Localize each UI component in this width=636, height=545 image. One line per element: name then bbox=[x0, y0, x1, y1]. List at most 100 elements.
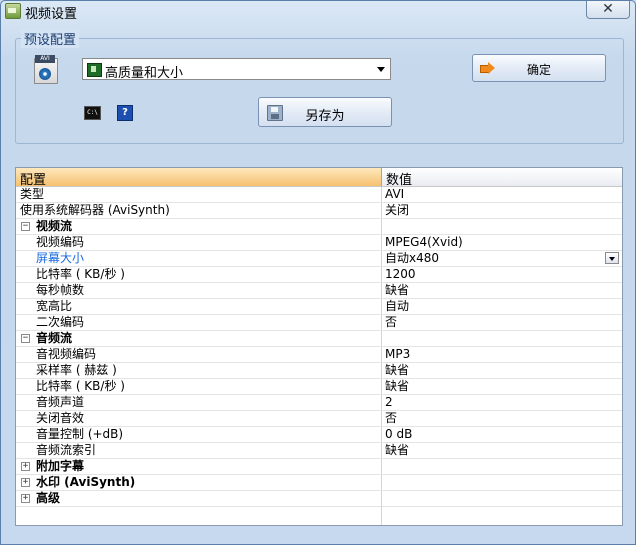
property-value-cell[interactable]: 缺省 bbox=[382, 363, 622, 378]
video-settings-window: 视频设置 ✕ 预设配置 AVI 高质量和大小 确定 C:\ ? 另存为 配置 数… bbox=[0, 0, 636, 545]
property-name-cell[interactable]: + 高级 bbox=[16, 491, 382, 506]
property-value: 缺省 bbox=[385, 443, 410, 457]
property-value-cell[interactable]: 2 bbox=[382, 395, 622, 410]
property-value-cell[interactable]: 1200 bbox=[382, 267, 622, 282]
grid-property-row[interactable]: 采样率 ( 赫兹 ) 缺省 bbox=[16, 363, 622, 379]
property-name: 类型 bbox=[20, 187, 45, 201]
preset-dropdown[interactable]: 高质量和大小 bbox=[82, 58, 391, 81]
property-name-cell[interactable]: − 视频流 bbox=[16, 219, 382, 234]
property-value-cell[interactable]: 0 dB bbox=[382, 427, 622, 442]
property-name-cell[interactable]: 采样率 ( 赫兹 ) bbox=[16, 363, 382, 378]
title-bar: 视频设置 ✕ bbox=[1, 1, 635, 22]
property-name: 音量控制 (+dB) bbox=[36, 427, 124, 441]
grid-category-row[interactable]: + 高级 bbox=[16, 491, 622, 507]
property-name: 附加字幕 bbox=[36, 459, 85, 473]
property-value-cell[interactable] bbox=[382, 491, 622, 506]
property-name-cell[interactable]: 音频声道 bbox=[16, 395, 382, 410]
grid-category-row[interactable]: + 水印 (AviSynth) bbox=[16, 475, 622, 491]
property-name-cell[interactable]: 音频流索引 bbox=[16, 443, 382, 458]
avi-file-icon: AVI bbox=[34, 55, 58, 84]
preset-selected-value: 高质量和大小 bbox=[105, 66, 184, 81]
property-name: 比特率 ( KB/秒 ) bbox=[36, 379, 125, 393]
property-name-cell[interactable]: 二次编码 bbox=[16, 315, 382, 330]
grid-property-row[interactable]: 比特率 ( KB/秒 ) 1200 bbox=[16, 267, 622, 283]
collapse-icon[interactable]: − bbox=[21, 334, 30, 343]
grid-property-row[interactable]: 音视频编码 MP3 bbox=[16, 347, 622, 363]
property-name-cell[interactable]: 宽高比 bbox=[16, 299, 382, 314]
help-icon[interactable]: ? bbox=[117, 105, 133, 121]
property-value-cell[interactable]: 缺省 bbox=[382, 443, 622, 458]
close-button[interactable]: ✕ bbox=[586, 1, 630, 19]
grid-property-row[interactable]: 宽高比 自动 bbox=[16, 299, 622, 315]
property-name: 高级 bbox=[36, 491, 61, 505]
grid-property-row[interactable]: 比特率 ( KB/秒 ) 缺省 bbox=[16, 379, 622, 395]
property-name-cell[interactable]: 音视频编码 bbox=[16, 347, 382, 362]
ok-button[interactable]: 确定 bbox=[472, 54, 606, 82]
property-value-cell[interactable]: 缺省 bbox=[382, 283, 622, 298]
property-value: 缺省 bbox=[385, 283, 410, 297]
property-name-cell[interactable]: 每秒帧数 bbox=[16, 283, 382, 298]
grid-property-row[interactable]: 关闭音效 否 bbox=[16, 411, 622, 427]
column-header-value[interactable]: 数值 bbox=[382, 168, 622, 188]
property-name-cell[interactable]: 使用系统解码器 (AviSynth) bbox=[16, 203, 382, 218]
grid-property-row[interactable]: 视频编码 MPEG4(Xvid) bbox=[16, 235, 622, 251]
property-name-cell[interactable]: 比特率 ( KB/秒 ) bbox=[16, 267, 382, 282]
grid-category-row[interactable]: − 音频流 bbox=[16, 331, 622, 347]
property-value: AVI bbox=[385, 187, 405, 201]
grid-category-row[interactable]: + 附加字幕 bbox=[16, 459, 622, 475]
grid-property-row[interactable]: 音量控制 (+dB) 0 dB bbox=[16, 427, 622, 443]
property-name-cell[interactable]: 音量控制 (+dB) bbox=[16, 427, 382, 442]
grid-property-row[interactable]: 音频声道 2 bbox=[16, 395, 622, 411]
property-value-cell[interactable] bbox=[382, 219, 622, 234]
app-icon bbox=[5, 3, 21, 19]
property-name-cell[interactable]: 比特率 ( KB/秒 ) bbox=[16, 379, 382, 394]
grid-category-row[interactable]: − 视频流 bbox=[16, 219, 622, 235]
grid-property-row[interactable]: 使用系统解码器 (AviSynth) 关闭 bbox=[16, 203, 622, 219]
property-name: 视频流 bbox=[36, 219, 73, 233]
property-name: 音视频编码 bbox=[36, 347, 97, 361]
property-name: 使用系统解码器 (AviSynth) bbox=[20, 203, 170, 217]
property-value-cell[interactable]: 缺省 bbox=[382, 379, 622, 394]
grid-property-row[interactable]: 每秒帧数 缺省 bbox=[16, 283, 622, 299]
value-dropdown-button[interactable] bbox=[605, 252, 619, 264]
property-name-cell[interactable]: + 水印 (AviSynth) bbox=[16, 475, 382, 490]
property-value-cell[interactable]: 自动x480 bbox=[382, 251, 622, 266]
collapse-icon[interactable]: − bbox=[21, 222, 30, 231]
property-value-cell[interactable]: 关闭 bbox=[382, 203, 622, 218]
property-value: 2 bbox=[385, 395, 393, 409]
property-name-cell[interactable]: + 附加字幕 bbox=[16, 459, 382, 474]
grid-property-row[interactable]: 二次编码 否 bbox=[16, 315, 622, 331]
property-name-cell[interactable]: 视频编码 bbox=[16, 235, 382, 250]
property-value-cell[interactable] bbox=[382, 475, 622, 490]
property-value-cell[interactable] bbox=[382, 459, 622, 474]
property-grid: 配置 数值 类型 AVI 使用系统解码器 (AviSynth) 关闭 − 视频流 视频编码 M… bbox=[15, 167, 623, 526]
property-value-cell[interactable]: MPEG4(Xvid) bbox=[382, 235, 622, 250]
window-title: 视频设置 bbox=[25, 7, 78, 22]
grid-property-row[interactable]: 类型 AVI bbox=[16, 187, 622, 203]
save-as-label: 另存为 bbox=[305, 109, 345, 124]
column-header-config[interactable]: 配置 bbox=[16, 168, 382, 188]
property-name: 每秒帧数 bbox=[36, 283, 85, 297]
property-value-cell[interactable] bbox=[382, 331, 622, 346]
ok-button-label: 确定 bbox=[526, 63, 551, 77]
grid-property-row[interactable]: 音频流索引 缺省 bbox=[16, 443, 622, 459]
property-name-cell[interactable]: − 音频流 bbox=[16, 331, 382, 346]
property-value: 0 dB bbox=[385, 427, 413, 441]
expand-icon[interactable]: + bbox=[21, 494, 30, 503]
property-value-cell[interactable]: 自动 bbox=[382, 299, 622, 314]
command-prompt-icon[interactable]: C:\ bbox=[84, 106, 101, 120]
property-name: 视频编码 bbox=[36, 235, 85, 249]
expand-icon[interactable]: + bbox=[21, 462, 30, 471]
property-value-cell[interactable]: 否 bbox=[382, 411, 622, 426]
property-name-cell[interactable]: 类型 bbox=[16, 187, 382, 202]
property-name: 宽高比 bbox=[36, 299, 73, 313]
property-value: 自动x480 bbox=[385, 251, 440, 265]
property-name-cell[interactable]: 屏幕大小 bbox=[16, 251, 382, 266]
property-value-cell[interactable]: AVI bbox=[382, 187, 622, 202]
grid-property-row[interactable]: 屏幕大小 自动x480 bbox=[16, 251, 622, 267]
expand-icon[interactable]: + bbox=[21, 478, 30, 487]
property-value-cell[interactable]: MP3 bbox=[382, 347, 622, 362]
save-as-button[interactable]: 另存为 bbox=[258, 97, 392, 127]
property-value-cell[interactable]: 否 bbox=[382, 315, 622, 330]
property-name-cell[interactable]: 关闭音效 bbox=[16, 411, 382, 426]
